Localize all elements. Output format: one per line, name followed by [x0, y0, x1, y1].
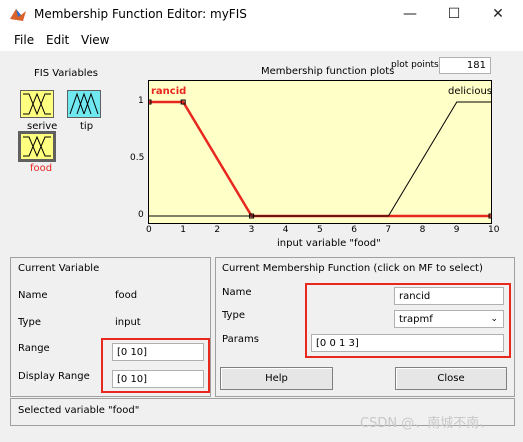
variable-food-label: food	[30, 163, 53, 174]
cv-type-label: Type	[18, 317, 41, 328]
mf-type-value: trapmf	[399, 313, 433, 325]
cv-name-value: food	[115, 290, 138, 301]
x-tick-label: 2	[214, 225, 221, 235]
x-tick-label: 9	[453, 225, 460, 235]
x-tick-label: 1	[180, 225, 186, 235]
cv-type-value: input	[115, 317, 141, 328]
menu-file[interactable]: File	[14, 33, 34, 47]
variable-tip-label: tip	[80, 121, 94, 132]
cv-range-label: Range	[18, 343, 50, 354]
maximize-button[interactable]: ☐	[434, 3, 474, 25]
variable-tip-icon[interactable]	[67, 90, 101, 118]
help-button[interactable]: Help	[220, 367, 333, 390]
plot-points-label: plot points:	[391, 60, 442, 70]
close-button[interactable]: Close	[395, 367, 507, 390]
mf-plot-svg	[149, 99, 491, 219]
mf-label-delicious[interactable]: delicious	[448, 86, 492, 97]
fis-variables-title: FIS Variables	[34, 68, 98, 79]
watermark: CSDN @、南城不南、	[360, 416, 493, 431]
mf-plot[interactable]	[148, 80, 492, 224]
minimize-button[interactable]: —	[390, 3, 430, 25]
menu-view[interactable]: View	[81, 33, 109, 47]
window-title: Membership Function Editor: myFIS	[34, 7, 247, 21]
matlab-icon	[9, 7, 27, 23]
chevron-down-icon: ⌄	[490, 314, 498, 324]
x-tick-label: 7	[385, 225, 392, 235]
current-mf-title: Current Membership Function (click on MF…	[222, 263, 483, 274]
mf-name-label: Name	[222, 287, 252, 298]
x-tick-label: 3	[248, 225, 255, 235]
x-tick-label: 10	[488, 225, 500, 235]
x-tick-label: 4	[282, 225, 289, 235]
display-range-input[interactable]: [0 10]	[112, 370, 204, 388]
mf-name-input[interactable]: rancid	[394, 287, 504, 305]
y-tick-label: 0.5	[130, 153, 145, 163]
current-variable-title: Current Variable	[18, 263, 100, 274]
status-text: Selected variable "food"	[18, 405, 140, 416]
x-tick-label: 5	[317, 225, 323, 235]
x-tick-label: 6	[351, 225, 357, 235]
menu-edit[interactable]: Edit	[46, 33, 69, 47]
mf-label-rancid[interactable]: rancid	[151, 86, 186, 97]
variable-food-icon[interactable]	[18, 131, 56, 162]
y-tick-label: 1	[138, 96, 144, 106]
mf-params-label: Params	[222, 334, 259, 345]
mf-type-label: Type	[222, 310, 245, 321]
plot-points-input[interactable]: 181	[439, 57, 491, 74]
plot-title: Membership function plots	[261, 66, 395, 77]
plot-xlabel: input variable "food"	[277, 238, 381, 249]
cv-name-label: Name	[18, 290, 48, 301]
close-window-button[interactable]: ✕	[478, 3, 518, 25]
range-input[interactable]: [0 10]	[112, 343, 204, 361]
variable-serive-icon[interactable]	[20, 90, 54, 118]
mf-type-select[interactable]: trapmf ⌄	[394, 310, 504, 328]
menu-bar	[0, 29, 523, 51]
mf-params-input[interactable]: [0 0 1 3]	[311, 334, 504, 352]
x-tick-label: 0	[146, 225, 152, 235]
x-tick-label: 8	[419, 225, 426, 235]
y-tick-label: 0	[138, 210, 144, 220]
mf-line-rancid[interactable]	[149, 100, 491, 218]
cv-display-range-label: Display Range	[18, 371, 90, 382]
mf-line-delicious[interactable]	[149, 101, 491, 217]
